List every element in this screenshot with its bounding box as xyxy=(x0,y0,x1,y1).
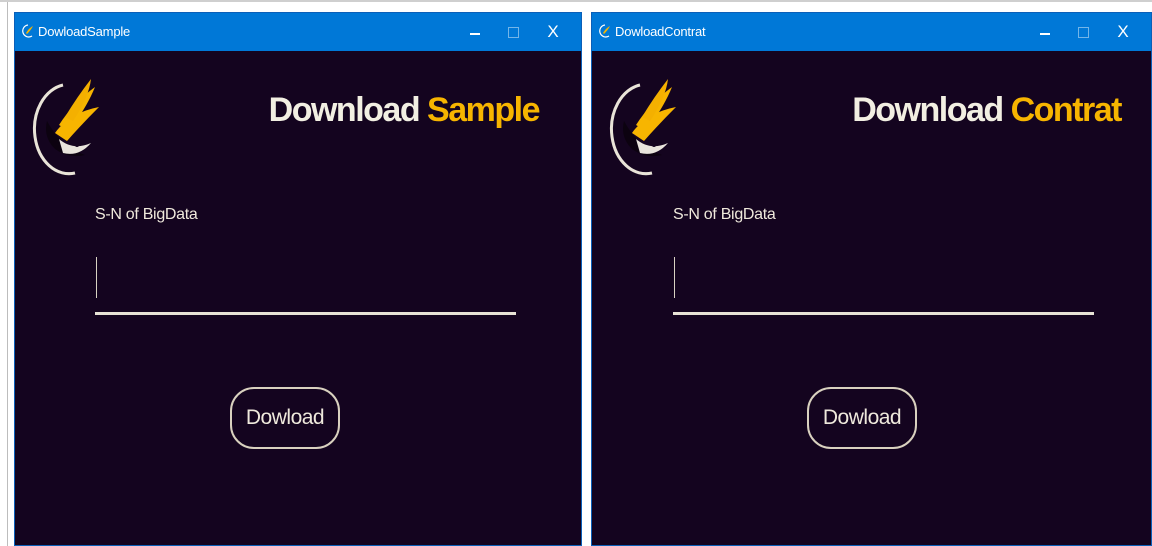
maximize-button[interactable] xyxy=(493,13,533,51)
flame-bird-logo-icon xyxy=(33,79,99,176)
maximize-icon xyxy=(507,26,519,38)
screen-left-edge xyxy=(7,2,8,546)
flame-bird-logo-icon xyxy=(610,79,676,176)
page-title: Download Contrat xyxy=(852,91,1123,130)
titlebar[interactable]: DowloadContrat X xyxy=(592,13,1151,51)
title-word-sample: Sample xyxy=(427,91,540,129)
app-icon xyxy=(22,24,33,38)
download-contrat-window: DowloadContrat X Download Contrat S-N of… xyxy=(591,12,1152,546)
window-title: DowloadSample xyxy=(38,24,131,39)
titlebar[interactable]: DowloadSample X xyxy=(15,13,581,51)
download-button[interactable]: Dowload xyxy=(807,387,917,449)
serial-number-input[interactable] xyxy=(95,253,516,315)
close-icon: X xyxy=(547,22,559,41)
close-button[interactable]: X xyxy=(533,13,573,51)
text-caret xyxy=(96,257,97,298)
download-button[interactable]: Dowload xyxy=(230,387,340,449)
maximize-button[interactable] xyxy=(1063,13,1103,51)
serial-number-input[interactable] xyxy=(673,253,1094,315)
minimize-button[interactable] xyxy=(1025,13,1065,51)
serial-number-label: S-N of BigData xyxy=(95,206,198,223)
page-title: Download Sample xyxy=(268,91,541,130)
maximize-icon xyxy=(1077,26,1089,38)
minimize-icon xyxy=(470,33,480,35)
minimize-button[interactable] xyxy=(455,13,495,51)
minimize-icon xyxy=(1040,33,1050,35)
title-word-download: Download xyxy=(268,91,421,129)
close-icon: X xyxy=(1117,22,1129,41)
close-button[interactable]: X xyxy=(1103,13,1143,51)
app-icon xyxy=(599,24,610,38)
serial-number-label: S-N of BigData xyxy=(673,206,776,223)
window-title: DowloadContrat xyxy=(615,24,706,39)
title-word-download: Download xyxy=(852,91,1004,129)
text-caret xyxy=(674,257,675,298)
download-sample-window: DowloadSample X Download Sample S-N of B… xyxy=(14,12,582,546)
title-word-contrat: Contrat xyxy=(1010,91,1123,129)
screen-top-edge xyxy=(0,0,1152,2)
